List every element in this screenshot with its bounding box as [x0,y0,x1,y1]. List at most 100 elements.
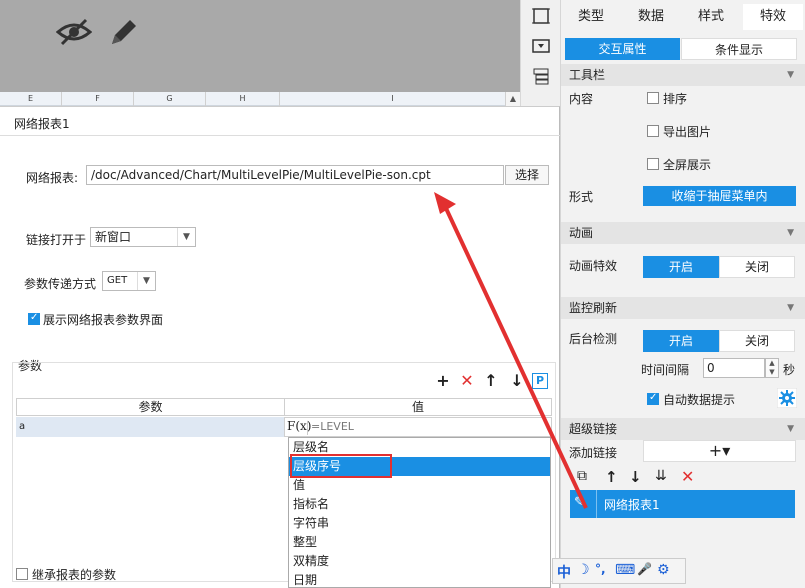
column-header: H [206,92,280,106]
fullscreen-label: 全屏展示 [663,158,712,172]
delete-icon[interactable]: ✕ [681,467,694,486]
add-link-button[interactable]: +▾ [643,440,796,462]
param-name-cell[interactable]: a [16,417,284,437]
export-image-label: 导出图片 [663,125,712,139]
copy-icon[interactable]: ⧉ [577,468,587,484]
section-hyperlink[interactable]: 超级链接 ▼ [561,418,805,440]
method-select[interactable]: GET ▼ [102,271,156,291]
animation-on-button[interactable]: 开启 [643,256,719,278]
column-header-row: E F G H I [0,92,520,106]
report-label: 网络报表: [26,171,79,185]
header-param: 参数 [17,399,285,415]
microphone-icon[interactable]: 🎤 [637,562,652,576]
form-drawer-button[interactable]: 收缩于抽屉菜单内 [643,186,796,206]
gear-icon[interactable] [777,388,797,408]
keyboard-icon[interactable]: ⌨ [615,562,635,578]
report-path-input[interactable]: /doc/Advanced/Chart/MultiLevelPie/MultiL… [86,165,504,185]
scroll-up-button[interactable]: ▲ [506,92,520,106]
parameter-icon[interactable]: P [532,373,548,389]
choose-button[interactable]: 选择 [505,165,549,185]
section-toolbar[interactable]: 工具栏 ▼ [561,64,805,86]
column-header: I [280,92,506,106]
subtab-interaction[interactable]: 交互属性 [565,38,680,60]
ime-chinese-mode[interactable]: 中 [557,562,571,582]
animation-off-button[interactable]: 关闭 [719,256,795,278]
dropdown-item[interactable]: 字符串 [289,514,550,533]
dropdown-item[interactable]: 双精度 [289,552,550,571]
show-params-checkbox[interactable] [28,312,40,325]
sort-label: 排序 [663,92,688,106]
dropdown-item[interactable]: 整型 [289,533,550,552]
section-title: 工具栏 [569,68,606,82]
chevron-down-icon: ▼ [787,424,794,434]
arrow-up-icon[interactable]: ↑ [605,468,618,486]
auto-tip-label: 自动数据提示 [663,393,736,407]
open-in-value: 新窗口 [95,230,132,244]
column-header: E [0,92,62,106]
interval-input[interactable]: 0 [703,358,765,378]
section-title: 动画 [569,226,594,240]
ime-toolbar: 中 ☽ °, ⌨ 🎤 ⚙ [552,558,686,584]
chevron-down-icon: ▼ [787,70,794,80]
method-value: GET [107,275,128,286]
animation-effect-label: 动画特效 [569,259,618,273]
subtab-condition[interactable]: 条件显示 [681,38,797,60]
chevron-down-icon: ▼ [787,303,794,313]
pencil-icon[interactable] [108,16,140,48]
settings-icon[interactable]: ⚙ [657,562,670,578]
auto-tip-checkbox[interactable] [647,392,659,405]
punctuation-icon[interactable]: °, [595,562,606,576]
open-in-label: 链接打开于 [26,233,87,247]
widget-icon-strip [520,0,560,106]
list-widget-icon[interactable] [531,66,551,86]
delete-icon[interactable]: ✕ [458,372,476,390]
arrow-up-icon[interactable]: ↑ [482,372,500,390]
divider [0,135,560,136]
highlight-box [290,454,392,478]
export-image-checkbox[interactable] [647,125,659,137]
tab-effects[interactable]: 特效 [743,4,803,30]
pencil-icon: ✎ [574,495,585,510]
moon-icon[interactable]: ☽ [577,562,590,578]
interval-stepper[interactable]: ▲ ▼ [765,358,779,378]
tab-data[interactable]: 数据 [621,4,681,30]
add-icon[interactable]: + [434,372,452,390]
dropdown-widget-icon[interactable] [531,36,551,56]
inherit-params-checkbox[interactable] [16,568,28,580]
divider [307,421,308,435]
sort-checkbox[interactable] [647,92,659,104]
background-check-label: 后台检测 [569,332,618,346]
dropdown-item[interactable]: 值 [289,476,550,495]
effect-subtabs: 交互属性 条件显示 [565,38,801,60]
tab-type[interactable]: 类型 [561,4,621,30]
sort-down-icon[interactable]: ⇊ [655,468,667,484]
monitor-off-button[interactable]: 关闭 [719,330,795,352]
content-label: 内容 [569,92,594,106]
show-params-label: 展示网络报表参数界面 [43,313,164,327]
chevron-down-icon: ▼ [177,228,195,246]
method-label: 参数传递方式 [24,277,97,291]
tab-style[interactable]: 样式 [681,4,741,30]
fullscreen-checkbox[interactable] [647,158,659,170]
monitor-on-button[interactable]: 开启 [643,330,719,352]
section-title: 监控刷新 [569,301,618,315]
link-item-label: 网络报表1 [604,498,660,512]
header-value: 值 [411,400,424,414]
frame-icon[interactable] [531,6,551,26]
dialog-title: 网络报表1 [14,117,70,131]
open-in-select[interactable]: 新窗口 ▼ [90,227,196,247]
column-header: F [62,92,134,106]
params-table-header: 参数 值 [16,398,552,416]
interval-unit: 秒 [783,363,796,377]
eye-off-icon[interactable] [56,16,92,48]
arrow-down-icon[interactable]: ↓ [508,372,526,390]
chevron-down-icon: ▼ [137,272,155,290]
param-value-cell[interactable]: F(x) =LEVEL [284,417,552,437]
column-header: G [134,92,206,106]
section-animation[interactable]: 动画 ▼ [561,222,805,244]
section-monitor[interactable]: 监控刷新 ▼ [561,297,805,319]
link-list-item[interactable]: ✎ 网络报表1 [570,490,795,518]
dropdown-item[interactable]: 指标名 [289,495,550,514]
dropdown-item[interactable]: 日期 [289,571,550,588]
arrow-down-icon[interactable]: ↓ [629,468,642,486]
